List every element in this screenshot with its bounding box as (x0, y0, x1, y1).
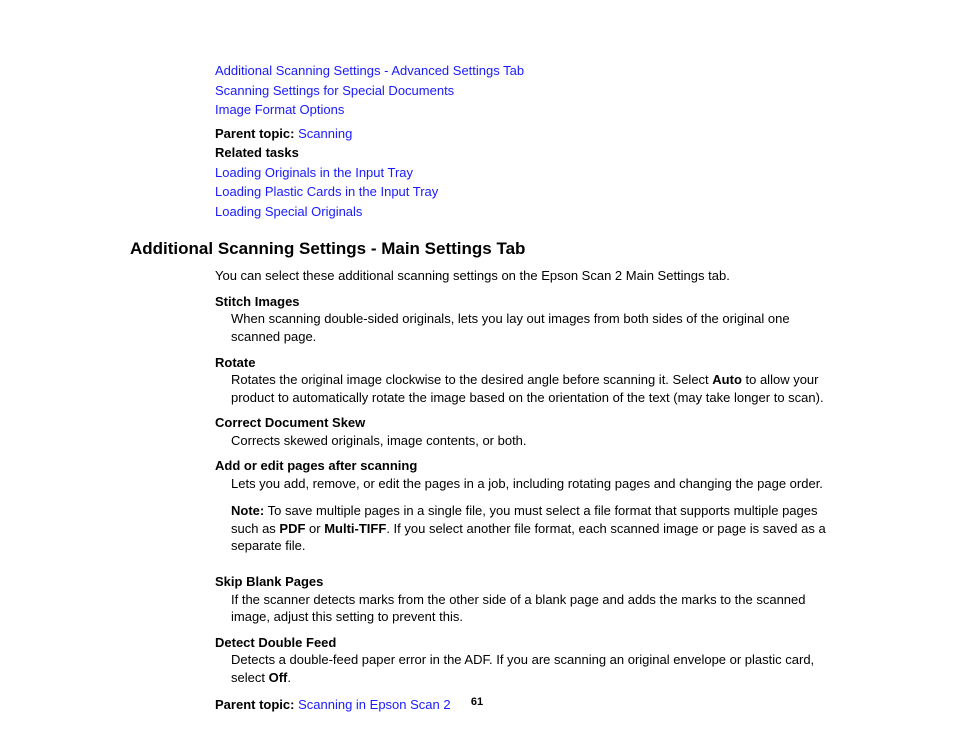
desc-rotate-auto: Auto (712, 372, 742, 387)
term-rotate: Rotate (215, 354, 834, 372)
related-tasks-label: Related tasks (215, 144, 834, 162)
term-stitch: Stitch Images (215, 293, 834, 311)
definition-list: Stitch Images When scanning double-sided… (215, 293, 834, 714)
parent-topic-label: Parent topic: (215, 126, 294, 141)
desc-ddf-off: Off (269, 670, 288, 685)
term-ddf: Detect Double Feed (215, 634, 834, 652)
term-skew: Correct Document Skew (215, 414, 834, 432)
note-addedit: Note: To save multiple pages in a single… (231, 502, 834, 555)
link-advanced-settings[interactable]: Additional Scanning Settings - Advanced … (215, 62, 834, 80)
note-or: or (305, 521, 324, 536)
desc-ddf-a: Detects a double-feed paper error in the… (231, 652, 814, 685)
link-loading-plastic[interactable]: Loading Plastic Cards in the Input Tray (215, 183, 834, 201)
term-skip: Skip Blank Pages (215, 573, 834, 591)
intro-text: You can select these additional scanning… (215, 267, 834, 285)
link-loading-special[interactable]: Loading Special Originals (215, 203, 834, 221)
term-addedit: Add or edit pages after scanning (215, 457, 834, 475)
desc-stitch: When scanning double-sided originals, le… (231, 310, 834, 345)
desc-ddf: Detects a double-feed paper error in the… (231, 651, 834, 686)
link-parent-scanning[interactable]: Scanning (298, 126, 352, 141)
page-number: 61 (0, 695, 954, 710)
section-heading: Additional Scanning Settings - Main Sett… (130, 238, 834, 261)
desc-skip: If the scanner detects marks from the ot… (231, 591, 834, 626)
note-pdf: PDF (279, 521, 305, 536)
desc-rotate: Rotates the original image clockwise to … (231, 371, 834, 406)
desc-rotate-a: Rotates the original image clockwise to … (231, 372, 712, 387)
link-image-format[interactable]: Image Format Options (215, 101, 834, 119)
desc-addedit: Lets you add, remove, or edit the pages … (231, 475, 834, 493)
desc-skew: Corrects skewed originals, image content… (231, 432, 834, 450)
link-loading-originals[interactable]: Loading Originals in the Input Tray (215, 164, 834, 182)
note-mtiff: Multi-TIFF (324, 521, 386, 536)
note-label: Note: (231, 503, 264, 518)
desc-ddf-b: . (287, 670, 291, 685)
link-special-documents[interactable]: Scanning Settings for Special Documents (215, 82, 834, 100)
